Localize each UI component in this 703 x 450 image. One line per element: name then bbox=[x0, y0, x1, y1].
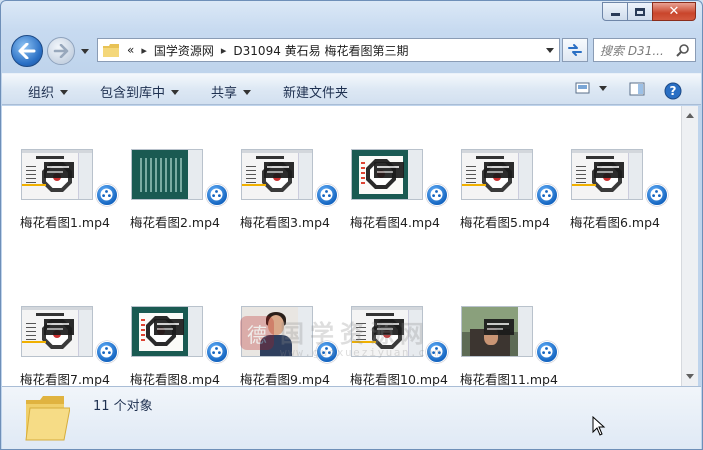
video-thumbnail bbox=[21, 149, 93, 200]
watermark-url: www.guoxueziyuan.com bbox=[280, 346, 443, 359]
file-item[interactable]: 梅花看图1.mp4 bbox=[2, 106, 118, 230]
close-button[interactable]: ✕ bbox=[652, 2, 696, 21]
share-label: 共享 bbox=[211, 86, 238, 101]
vertical-scrollbar[interactable] bbox=[681, 106, 698, 386]
close-icon: ✕ bbox=[668, 4, 680, 19]
address-bar[interactable]: « ▸ 国学资源网 ▸ D31094 黄石易 梅花看图第三期 bbox=[97, 38, 560, 62]
arrow-left-icon bbox=[18, 43, 36, 59]
file-item[interactable]: 梅花看图6.mp4 bbox=[552, 106, 668, 230]
file-list-area[interactable]: 梅花看图1.mp4 梅花看图2.mp4 梅花看图3.mp4 梅花看图4.mp4 梅花看图… bbox=[2, 106, 681, 387]
video-thumbnail bbox=[21, 306, 93, 357]
recent-pages-button[interactable] bbox=[79, 45, 91, 57]
forward-button[interactable] bbox=[47, 37, 75, 65]
item-count: 11 个对象 bbox=[93, 399, 153, 414]
breadcrumb-separator-icon[interactable]: ▸ bbox=[221, 44, 227, 57]
chevron-down-icon bbox=[546, 47, 554, 53]
search-placeholder: 搜索 D31... bbox=[600, 43, 664, 58]
breadcrumb-separator-icon[interactable]: ▸ bbox=[141, 44, 147, 57]
video-thumbnail bbox=[351, 149, 423, 200]
new-folder-button[interactable]: 新建文件夹 bbox=[283, 82, 348, 101]
watermark: 德 国学资源网 www.guoxueziyuan.com bbox=[240, 314, 470, 364]
preview-pane-button[interactable] bbox=[629, 82, 645, 99]
file-name: 梅花看图4.mp4 bbox=[350, 215, 440, 230]
watermark-text: 国学资源网 bbox=[280, 320, 430, 348]
video-thumbnail bbox=[131, 306, 203, 357]
file-item[interactable]: 梅花看图4.mp4 bbox=[332, 106, 448, 230]
maximize-icon bbox=[635, 7, 645, 16]
scroll-up-icon[interactable] bbox=[686, 113, 694, 118]
video-thumbnail bbox=[241, 149, 313, 200]
search-icon bbox=[676, 44, 689, 57]
organize-menu[interactable]: 组织 bbox=[28, 82, 69, 101]
help-icon: ? bbox=[664, 82, 682, 100]
video-thumbnail bbox=[461, 306, 533, 357]
preview-pane-icon bbox=[629, 82, 645, 96]
command-bar: 组织 包含到库中 共享 新建文件夹 ? bbox=[2, 73, 701, 105]
file-item[interactable]: 梅花看图5.mp4 bbox=[442, 106, 558, 230]
include-in-library-menu[interactable]: 包含到库中 bbox=[100, 82, 180, 101]
folder-icon bbox=[103, 43, 119, 57]
breadcrumb-overflow[interactable]: « bbox=[127, 43, 134, 57]
minimize-icon bbox=[610, 13, 620, 16]
video-thumbnail bbox=[461, 149, 533, 200]
maximize-button[interactable] bbox=[627, 2, 653, 21]
reel-icon bbox=[540, 345, 553, 358]
watermark-seal: 德 bbox=[240, 316, 274, 350]
back-button[interactable] bbox=[11, 35, 43, 67]
dropdown-arrow-icon bbox=[171, 90, 180, 95]
dropdown-arrow-icon bbox=[243, 90, 252, 95]
svg-text:?: ? bbox=[670, 84, 677, 98]
folder-icon bbox=[25, 396, 70, 441]
file-item[interactable]: 梅花看图3.mp4 bbox=[222, 106, 338, 230]
minimize-button[interactable] bbox=[602, 2, 628, 21]
breadcrumb-item-root[interactable]: 国学资源网 bbox=[154, 42, 214, 59]
media-player-icon bbox=[536, 341, 558, 363]
arrow-right-icon bbox=[53, 44, 69, 58]
new-folder-label: 新建文件夹 bbox=[283, 86, 349, 101]
search-input[interactable]: 搜索 D31... bbox=[593, 38, 696, 62]
change-view-button[interactable] bbox=[575, 82, 609, 99]
explorer-window: ✕ « ▸ 国学资源网 ▸ D31094 黄石易 梅花看图第三期 搜索 D31.… bbox=[0, 0, 703, 450]
file-name: 梅花看图3.mp4 bbox=[240, 215, 330, 230]
organize-label: 组织 bbox=[28, 86, 55, 101]
media-player-icon bbox=[646, 184, 668, 206]
dropdown-arrow-icon bbox=[60, 90, 69, 95]
file-item[interactable]: 梅花看图8.mp4 bbox=[112, 263, 228, 387]
address-history-button[interactable] bbox=[544, 44, 556, 56]
chevron-down-icon bbox=[81, 48, 89, 54]
refresh-icon bbox=[568, 44, 582, 56]
file-name: 梅花看图1.mp4 bbox=[20, 215, 110, 230]
mouse-cursor-icon bbox=[592, 416, 606, 436]
breadcrumb-item-current[interactable]: D31094 黄石易 梅花看图第三期 bbox=[233, 42, 408, 59]
file-item[interactable]: 梅花看图2.mp4 bbox=[112, 106, 228, 230]
video-thumbnail bbox=[131, 149, 203, 200]
share-menu[interactable]: 共享 bbox=[211, 82, 252, 101]
include-in-library-label: 包含到库中 bbox=[100, 86, 166, 101]
file-name: 梅花看图2.mp4 bbox=[130, 215, 220, 230]
scroll-down-icon[interactable] bbox=[686, 374, 694, 379]
file-name: 梅花看图5.mp4 bbox=[460, 215, 550, 230]
file-item[interactable]: 梅花看图7.mp4 bbox=[2, 263, 118, 387]
file-name: 梅花看图6.mp4 bbox=[570, 215, 660, 230]
video-thumbnail bbox=[571, 149, 643, 200]
reel-icon bbox=[650, 188, 663, 201]
refresh-button[interactable] bbox=[562, 38, 588, 62]
help-button[interactable]: ? bbox=[664, 82, 682, 103]
caption-buttons: ✕ bbox=[602, 2, 696, 21]
view-icon bbox=[575, 82, 607, 94]
